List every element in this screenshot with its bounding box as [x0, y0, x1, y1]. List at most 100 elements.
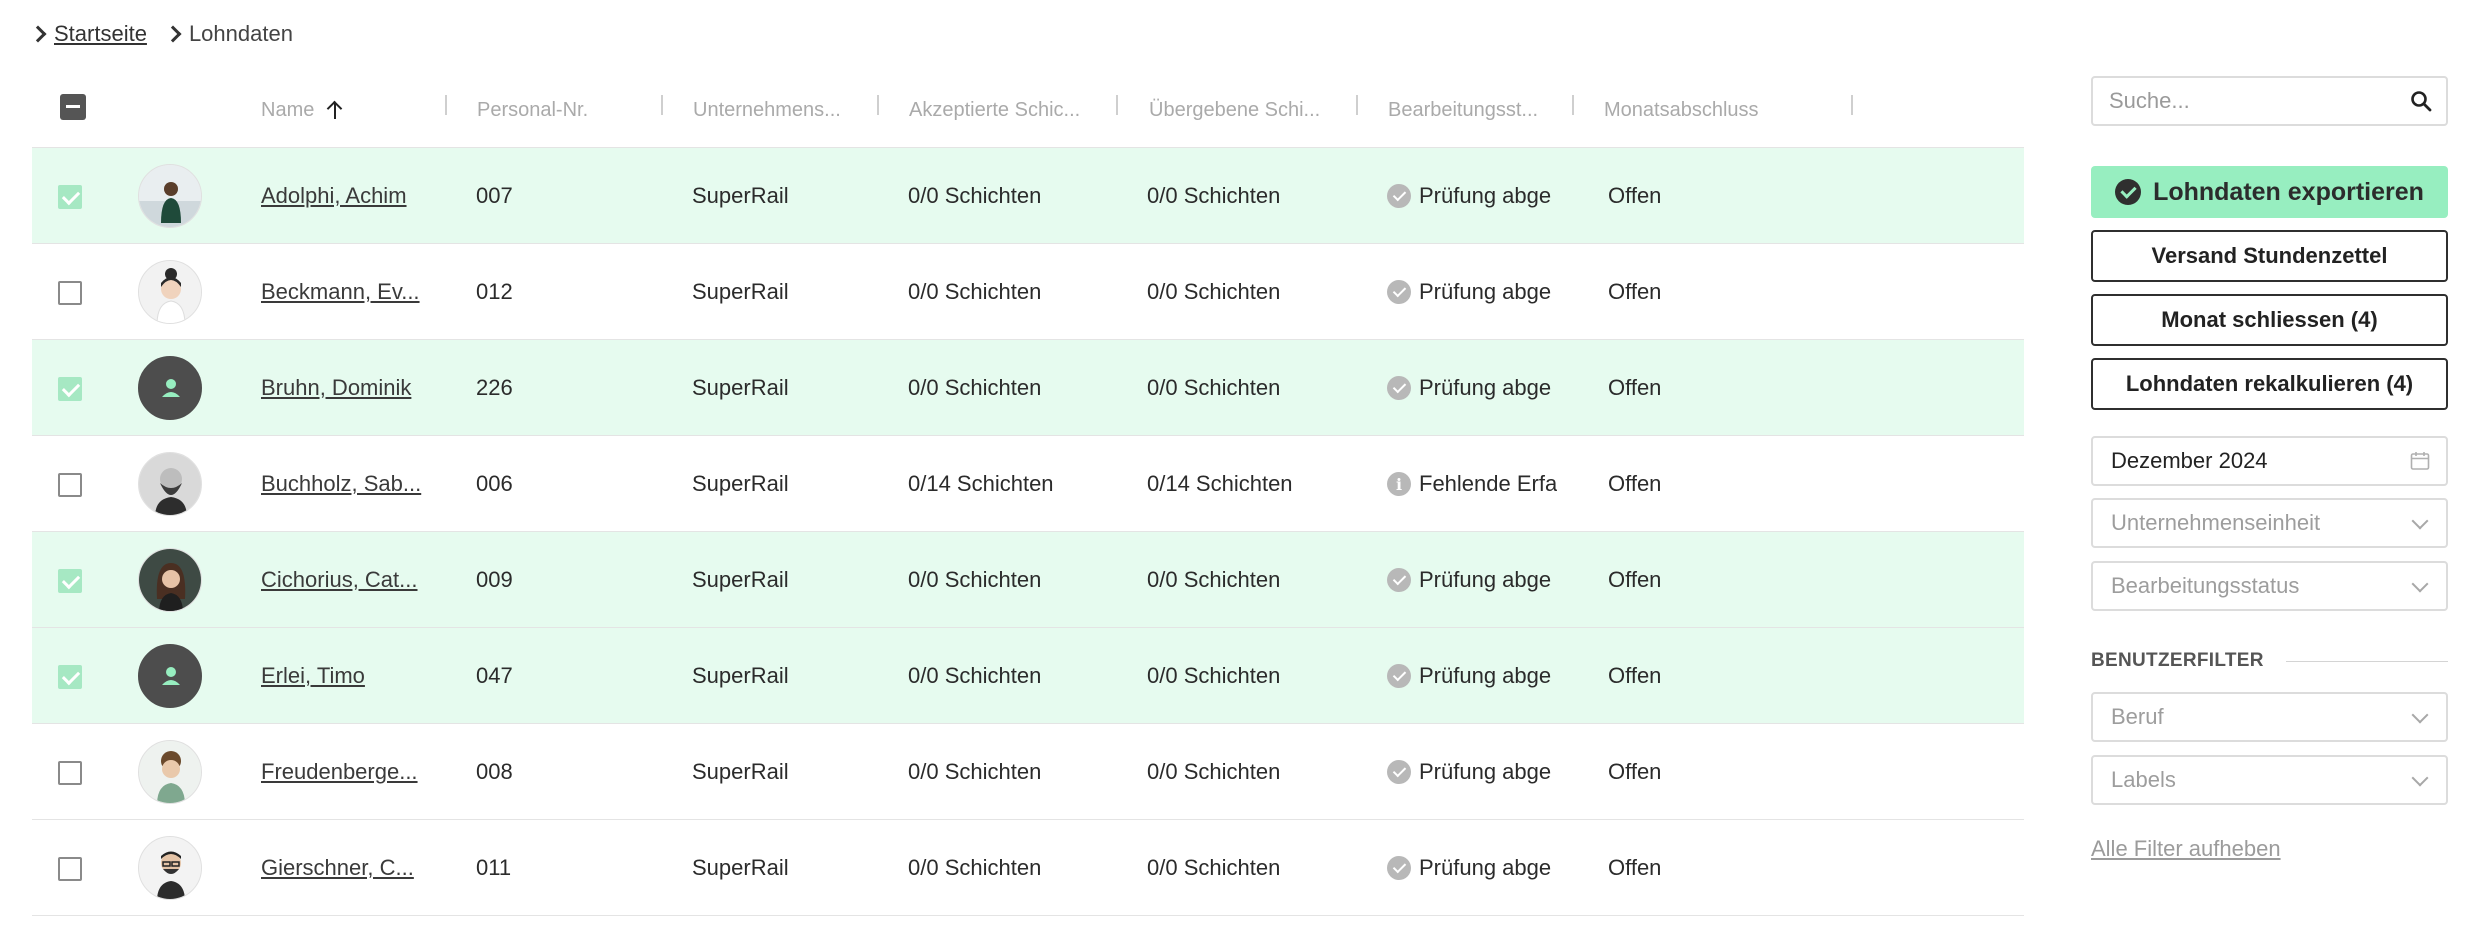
personal-nr: 008 — [476, 759, 513, 784]
calendar-icon — [2410, 452, 2430, 470]
column-resize-handle[interactable] — [445, 95, 447, 115]
processing-status-text: Prüfung abge — [1419, 663, 1552, 688]
month-close-status: Offen — [1608, 567, 1662, 592]
column-resize-handle[interactable] — [877, 95, 879, 115]
accepted-shifts: 0/0 Schichten — [908, 183, 1042, 208]
column-header-name[interactable]: Name — [261, 94, 344, 126]
breadcrumb-current: Lohndaten — [188, 21, 293, 46]
check-circle-icon — [1387, 376, 1411, 400]
breadcrumb-home-link[interactable]: Startseite — [54, 21, 147, 47]
column-header-personal-nr[interactable]: Personal-Nr. — [477, 94, 588, 126]
accepted-shifts: 0/0 Schichten — [908, 375, 1042, 400]
table-row[interactable]: Beckmann, Ev... 012 SuperRail 0/0 Schichten… — [32, 244, 2024, 340]
search-icon[interactable] — [2410, 90, 2432, 112]
select-all-checkbox[interactable] — [60, 94, 86, 120]
row-checkbox[interactable] — [58, 857, 82, 881]
sort-ascending-icon[interactable] — [326, 99, 344, 121]
labels-select-placeholder: Labels — [2111, 767, 2176, 792]
month-close-status: Offen — [1608, 279, 1662, 304]
chevron-right-icon — [164, 25, 182, 43]
company-unit: SuperRail — [692, 663, 789, 688]
column-header-handed-shifts[interactable]: Übergebene Schi... — [1149, 94, 1320, 126]
chevron-down-icon — [2411, 575, 2429, 593]
employee-name-link[interactable]: Beckmann, Ev... — [261, 244, 441, 340]
processing-status-text: Prüfung abge — [1419, 375, 1552, 400]
user-filter-title: BENUTZERFILTER — [2091, 650, 2264, 671]
chevron-down-icon — [2411, 512, 2429, 530]
personal-nr: 012 — [476, 279, 513, 304]
export-payroll-button[interactable]: Lohndaten exportieren — [2091, 166, 2448, 218]
column-resize-handle[interactable] — [1572, 95, 1574, 115]
column-header-accepted-shifts[interactable]: Akzeptierte Schic... — [909, 94, 1080, 126]
personal-nr: 009 — [476, 567, 513, 592]
close-month-button[interactable]: Monat schliessen (4) — [2091, 294, 2448, 346]
avatar — [138, 164, 202, 228]
table-row[interactable]: Adolphi, Achim 007 SuperRail 0/0 Schichten 0… — [32, 148, 2024, 244]
table-row[interactable]: Freudenberge... 008 SuperRail 0/0 Schichten… — [32, 724, 2024, 820]
company-unit: SuperRail — [692, 855, 789, 880]
breadcrumb-current-item: Lohndaten — [164, 21, 293, 47]
personal-nr: 226 — [476, 375, 513, 400]
column-header-unit[interactable]: Unternehmens... — [693, 94, 841, 126]
breadcrumb: Startseite Lohndaten — [29, 18, 293, 50]
info-circle-icon: i — [1387, 472, 1411, 496]
column-header-processing-status[interactable]: Bearbeitungsst... — [1388, 94, 1538, 126]
row-checkbox[interactable] — [58, 377, 82, 401]
check-circle-icon — [2115, 179, 2142, 205]
employee-name-link[interactable]: Bruhn, Dominik — [261, 340, 441, 436]
processing-status-text: Prüfung abge — [1419, 279, 1552, 304]
month-close-status: Offen — [1608, 855, 1662, 880]
processing-status-text: Prüfung abge — [1419, 759, 1552, 784]
export-payroll-label: Lohndaten exportieren — [2153, 177, 2424, 206]
accepted-shifts: 0/0 Schichten — [908, 279, 1042, 304]
search-input[interactable] — [2093, 78, 2383, 124]
accepted-shifts: 0/0 Schichten — [908, 663, 1042, 688]
user-filter-heading: BENUTZERFILTER — [2091, 650, 2448, 672]
column-resize-handle[interactable] — [1851, 95, 1853, 115]
table-row[interactable]: Gierschner, C... 011 SuperRail 0/0 Schichte… — [32, 820, 2024, 916]
employee-name-link[interactable]: Gierschner, C... — [261, 820, 441, 916]
row-checkbox[interactable] — [58, 761, 82, 785]
company-unit: SuperRail — [692, 567, 789, 592]
processing-status: Prüfung abge — [1387, 340, 1557, 436]
clear-filters-link[interactable]: Alle Filter aufheben — [2091, 836, 2281, 862]
user-placeholder-icon — [138, 644, 202, 708]
send-timesheets-button[interactable]: Versand Stundenzettel — [2091, 230, 2448, 282]
chevron-down-icon — [2411, 706, 2429, 724]
table-row[interactable]: Cichorius, Cat... 009 SuperRail 0/0 Schicht… — [32, 532, 2024, 628]
employee-name-link[interactable]: Adolphi, Achim — [261, 148, 441, 244]
handed-shifts: 0/0 Schichten — [1147, 183, 1281, 208]
chevron-right-icon — [29, 25, 47, 43]
row-checkbox[interactable] — [58, 569, 82, 593]
column-resize-handle[interactable] — [661, 95, 663, 115]
employee-name-link[interactable]: Buchholz, Sab... — [261, 436, 441, 532]
avatar — [138, 740, 202, 804]
company-unit: SuperRail — [692, 759, 789, 784]
row-checkbox[interactable] — [58, 281, 82, 305]
table-row[interactable]: Buchholz, Sab... 006 SuperRail 0/14 Schicht… — [32, 436, 2024, 532]
processing-status: Prüfung abge — [1387, 244, 1557, 340]
status-select[interactable]: Bearbeitungsstatus — [2091, 561, 2448, 611]
table-body: Adolphi, Achim 007 SuperRail 0/0 Schichten 0… — [32, 148, 2024, 916]
month-picker[interactable]: Dezember 2024 — [2091, 436, 2448, 486]
column-resize-handle[interactable] — [1116, 95, 1118, 115]
chevron-down-icon — [2411, 769, 2429, 787]
row-checkbox[interactable] — [58, 185, 82, 209]
employee-name-link[interactable]: Freudenberge... — [261, 724, 441, 820]
table-row[interactable]: Bruhn, Dominik 226 SuperRail 0/0 Schichten 0… — [32, 340, 2024, 436]
handed-shifts: 0/0 Schichten — [1147, 663, 1281, 688]
column-header-label: Name — [261, 98, 315, 121]
employee-name-link[interactable]: Cichorius, Cat... — [261, 532, 441, 628]
column-resize-handle[interactable] — [1356, 95, 1358, 115]
table-row[interactable]: Erlei, Timo 047 SuperRail 0/0 Schichten 0/0 … — [32, 628, 2024, 724]
job-select[interactable]: Beruf — [2091, 692, 2448, 742]
labels-select[interactable]: Labels — [2091, 755, 2448, 805]
column-header-month-close[interactable]: Monatsabschluss — [1604, 94, 1759, 126]
unit-select[interactable]: Unternehmenseinheit — [2091, 498, 2448, 548]
processing-status: i Fehlende Erfa — [1387, 436, 1557, 532]
handed-shifts: 0/0 Schichten — [1147, 375, 1281, 400]
row-checkbox[interactable] — [58, 473, 82, 497]
employee-name-link[interactable]: Erlei, Timo — [261, 628, 441, 724]
row-checkbox[interactable] — [58, 665, 82, 689]
recalculate-payroll-button[interactable]: Lohndaten rekalkulieren (4) — [2091, 358, 2448, 410]
